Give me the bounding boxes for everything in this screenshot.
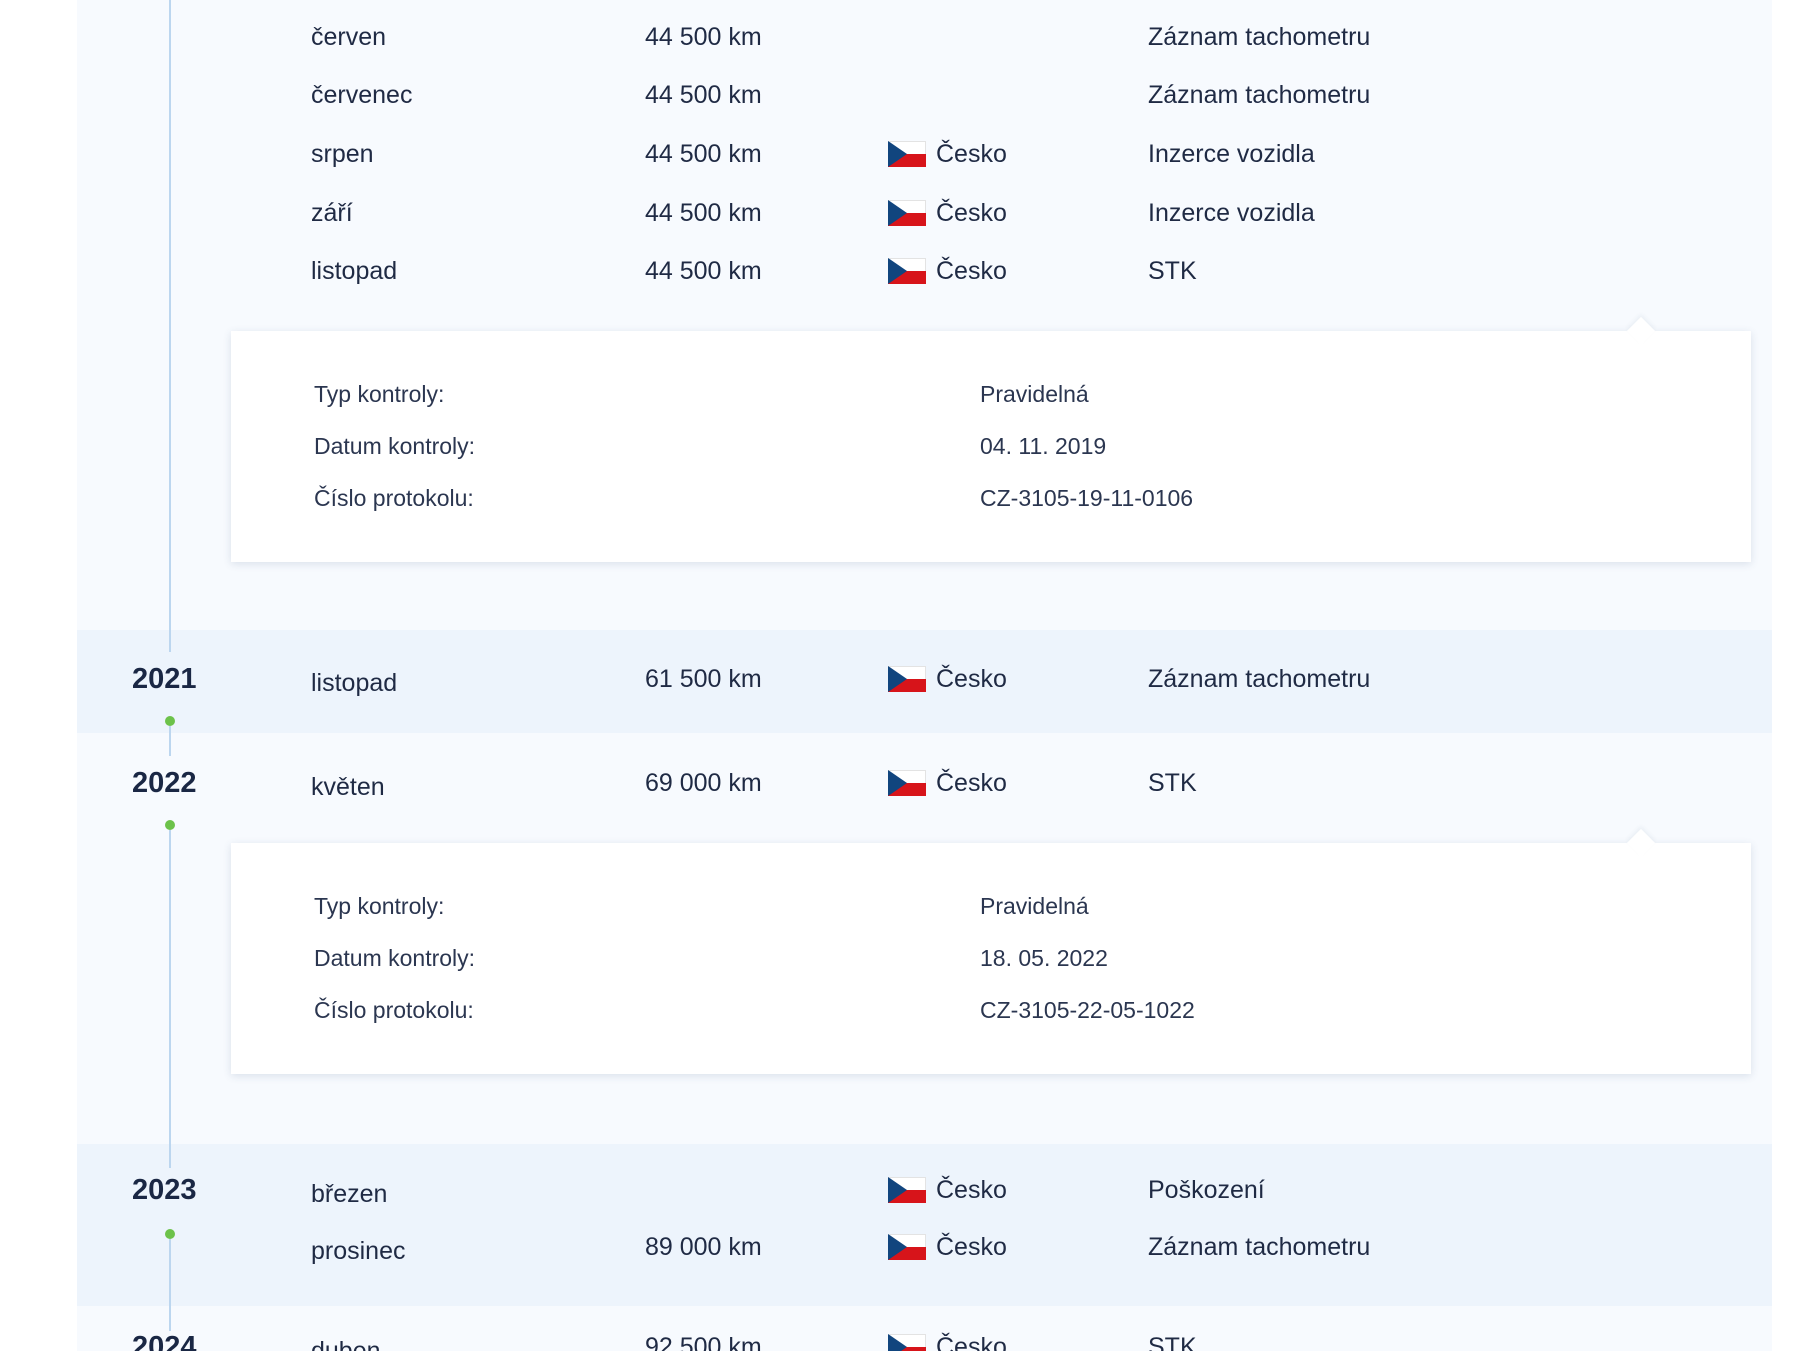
row-mileage: 44 500 km [645, 256, 762, 285]
czech-flag-icon [888, 1234, 926, 1260]
detail-value: CZ-3105-22-05-1022 [980, 996, 1195, 1023]
row-country-label: Česko [936, 139, 1007, 168]
timeline-line [169, 830, 171, 1168]
detail-value: 04. 11. 2019 [980, 432, 1107, 459]
detail-value: CZ-3105-19-11-0106 [980, 484, 1194, 511]
row-country-label: Česko [936, 256, 1007, 285]
czech-flag-icon [888, 770, 926, 796]
row-mileage: 44 500 km [645, 139, 762, 168]
table-row: září 44 500 km Česko Inzerce vozidla [0, 184, 1800, 242]
inspection-detail-card: Typ kontroly: Pravidelná Datum kontroly:… [231, 316, 1751, 562]
row-month: listopad [311, 668, 398, 697]
year-label: 2022 [132, 766, 197, 799]
row-country-label: Česko [936, 1232, 1007, 1261]
row-country: Česko [888, 1218, 1007, 1276]
row-country-label: Česko [936, 664, 1007, 693]
table-row: srpen 44 500 km Česko Inzerce vozidla [0, 125, 1800, 183]
row-mileage: 69 000 km [645, 768, 762, 797]
row-source: Záznam tachometru [1148, 80, 1371, 109]
czech-flag-icon [888, 666, 926, 692]
row-source: Záznam tachometru [1148, 22, 1371, 51]
detail-row-date: Datum kontroly: 04. 11. 2019 [231, 426, 1751, 466]
row-source: Poškození [1148, 1175, 1265, 1204]
row-mileage: 61 500 km [645, 664, 762, 693]
row-month: listopad [311, 256, 398, 285]
table-row[interactable]: 2024 duben 92 500 km Česko STK [0, 1318, 1800, 1351]
czech-flag-icon [888, 1177, 926, 1203]
detail-row-protocol: Číslo protokolu: CZ-3105-19-11-0106 [231, 478, 1751, 518]
row-country-label: Česko [936, 768, 1007, 797]
row-mileage: 44 500 km [645, 198, 762, 227]
czech-flag-icon [888, 1334, 926, 1351]
row-country-label: Česko [936, 1332, 1007, 1351]
detail-label: Datum kontroly: [314, 432, 476, 459]
detail-value: 18. 05. 2022 [980, 944, 1108, 971]
row-month: duben [311, 1336, 381, 1351]
table-row[interactable]: listopad 44 500 km Česko STK [0, 242, 1800, 300]
row-source: STK [1148, 256, 1197, 285]
row-country: Česko [888, 754, 1007, 812]
table-row[interactable]: 2022 květen 69 000 km Česko STK [0, 754, 1800, 812]
detail-row-protocol: Číslo protokolu: CZ-3105-22-05-1022 [231, 990, 1751, 1030]
row-mileage: 44 500 km [645, 22, 762, 51]
czech-flag-icon [888, 141, 926, 167]
detail-value: Pravidelná [980, 892, 1089, 919]
table-row: prosinec 89 000 km Česko Záznam tachomet… [0, 1218, 1800, 1276]
row-month: červen [311, 22, 387, 51]
row-country: Česko [888, 125, 1007, 183]
row-source: Záznam tachometru [1148, 664, 1371, 693]
timeline-dot-2021 [165, 716, 175, 726]
detail-row-type: Typ kontroly: Pravidelná [231, 886, 1751, 926]
inspection-detail-card: Typ kontroly: Pravidelná Datum kontroly:… [231, 828, 1751, 1074]
detail-row-type: Typ kontroly: Pravidelná [231, 374, 1751, 414]
timeline-line [169, 726, 171, 756]
year-label: 2024 [132, 1330, 197, 1351]
detail-label: Číslo protokolu: [314, 484, 474, 511]
detail-label: Číslo protokolu: [314, 996, 474, 1023]
table-row: 2021 listopad 61 500 km Česko Záznam tac… [0, 650, 1800, 708]
row-country: Česko [888, 184, 1007, 242]
row-source: Záznam tachometru [1148, 1232, 1371, 1261]
row-country: Česko [888, 1318, 1007, 1351]
table-row: červenec 44 500 km Záznam tachometru [0, 66, 1800, 124]
row-country: Česko [888, 1161, 1007, 1219]
row-mileage: 92 500 km [645, 1332, 762, 1351]
detail-label: Typ kontroly: [314, 892, 445, 919]
row-month: prosinec [311, 1236, 406, 1265]
row-country-label: Česko [936, 198, 1007, 227]
row-source: STK [1148, 1332, 1197, 1351]
detail-label: Typ kontroly: [314, 380, 445, 407]
timeline-dot-2022 [165, 820, 175, 830]
table-row: červen 44 500 km Záznam tachometru [0, 8, 1800, 66]
row-mileage: 89 000 km [645, 1232, 762, 1261]
year-label: 2021 [132, 662, 197, 695]
row-source: STK [1148, 768, 1197, 797]
row-month: srpen [311, 139, 374, 168]
detail-value: Pravidelná [980, 380, 1089, 407]
detail-row-date: Datum kontroly: 18. 05. 2022 [231, 938, 1751, 978]
row-source: Inzerce vozidla [1148, 139, 1315, 168]
row-month: červenec [311, 80, 413, 109]
row-source: Inzerce vozidla [1148, 198, 1315, 227]
row-country: Česko [888, 242, 1007, 300]
row-country-label: Česko [936, 1175, 1007, 1204]
mileage-history-page: červen 44 500 km Záznam tachometru červe… [0, 0, 1800, 1351]
detail-label: Datum kontroly: [314, 944, 476, 971]
year-label: 2023 [132, 1173, 197, 1206]
czech-flag-icon [888, 200, 926, 226]
table-row: 2023 březen Česko Poškození [0, 1161, 1800, 1219]
row-month: březen [311, 1179, 388, 1208]
row-month: září [311, 198, 353, 227]
row-country: Česko [888, 650, 1007, 708]
row-mileage: 44 500 km [645, 80, 762, 109]
row-month: květen [311, 772, 385, 801]
czech-flag-icon [888, 258, 926, 284]
